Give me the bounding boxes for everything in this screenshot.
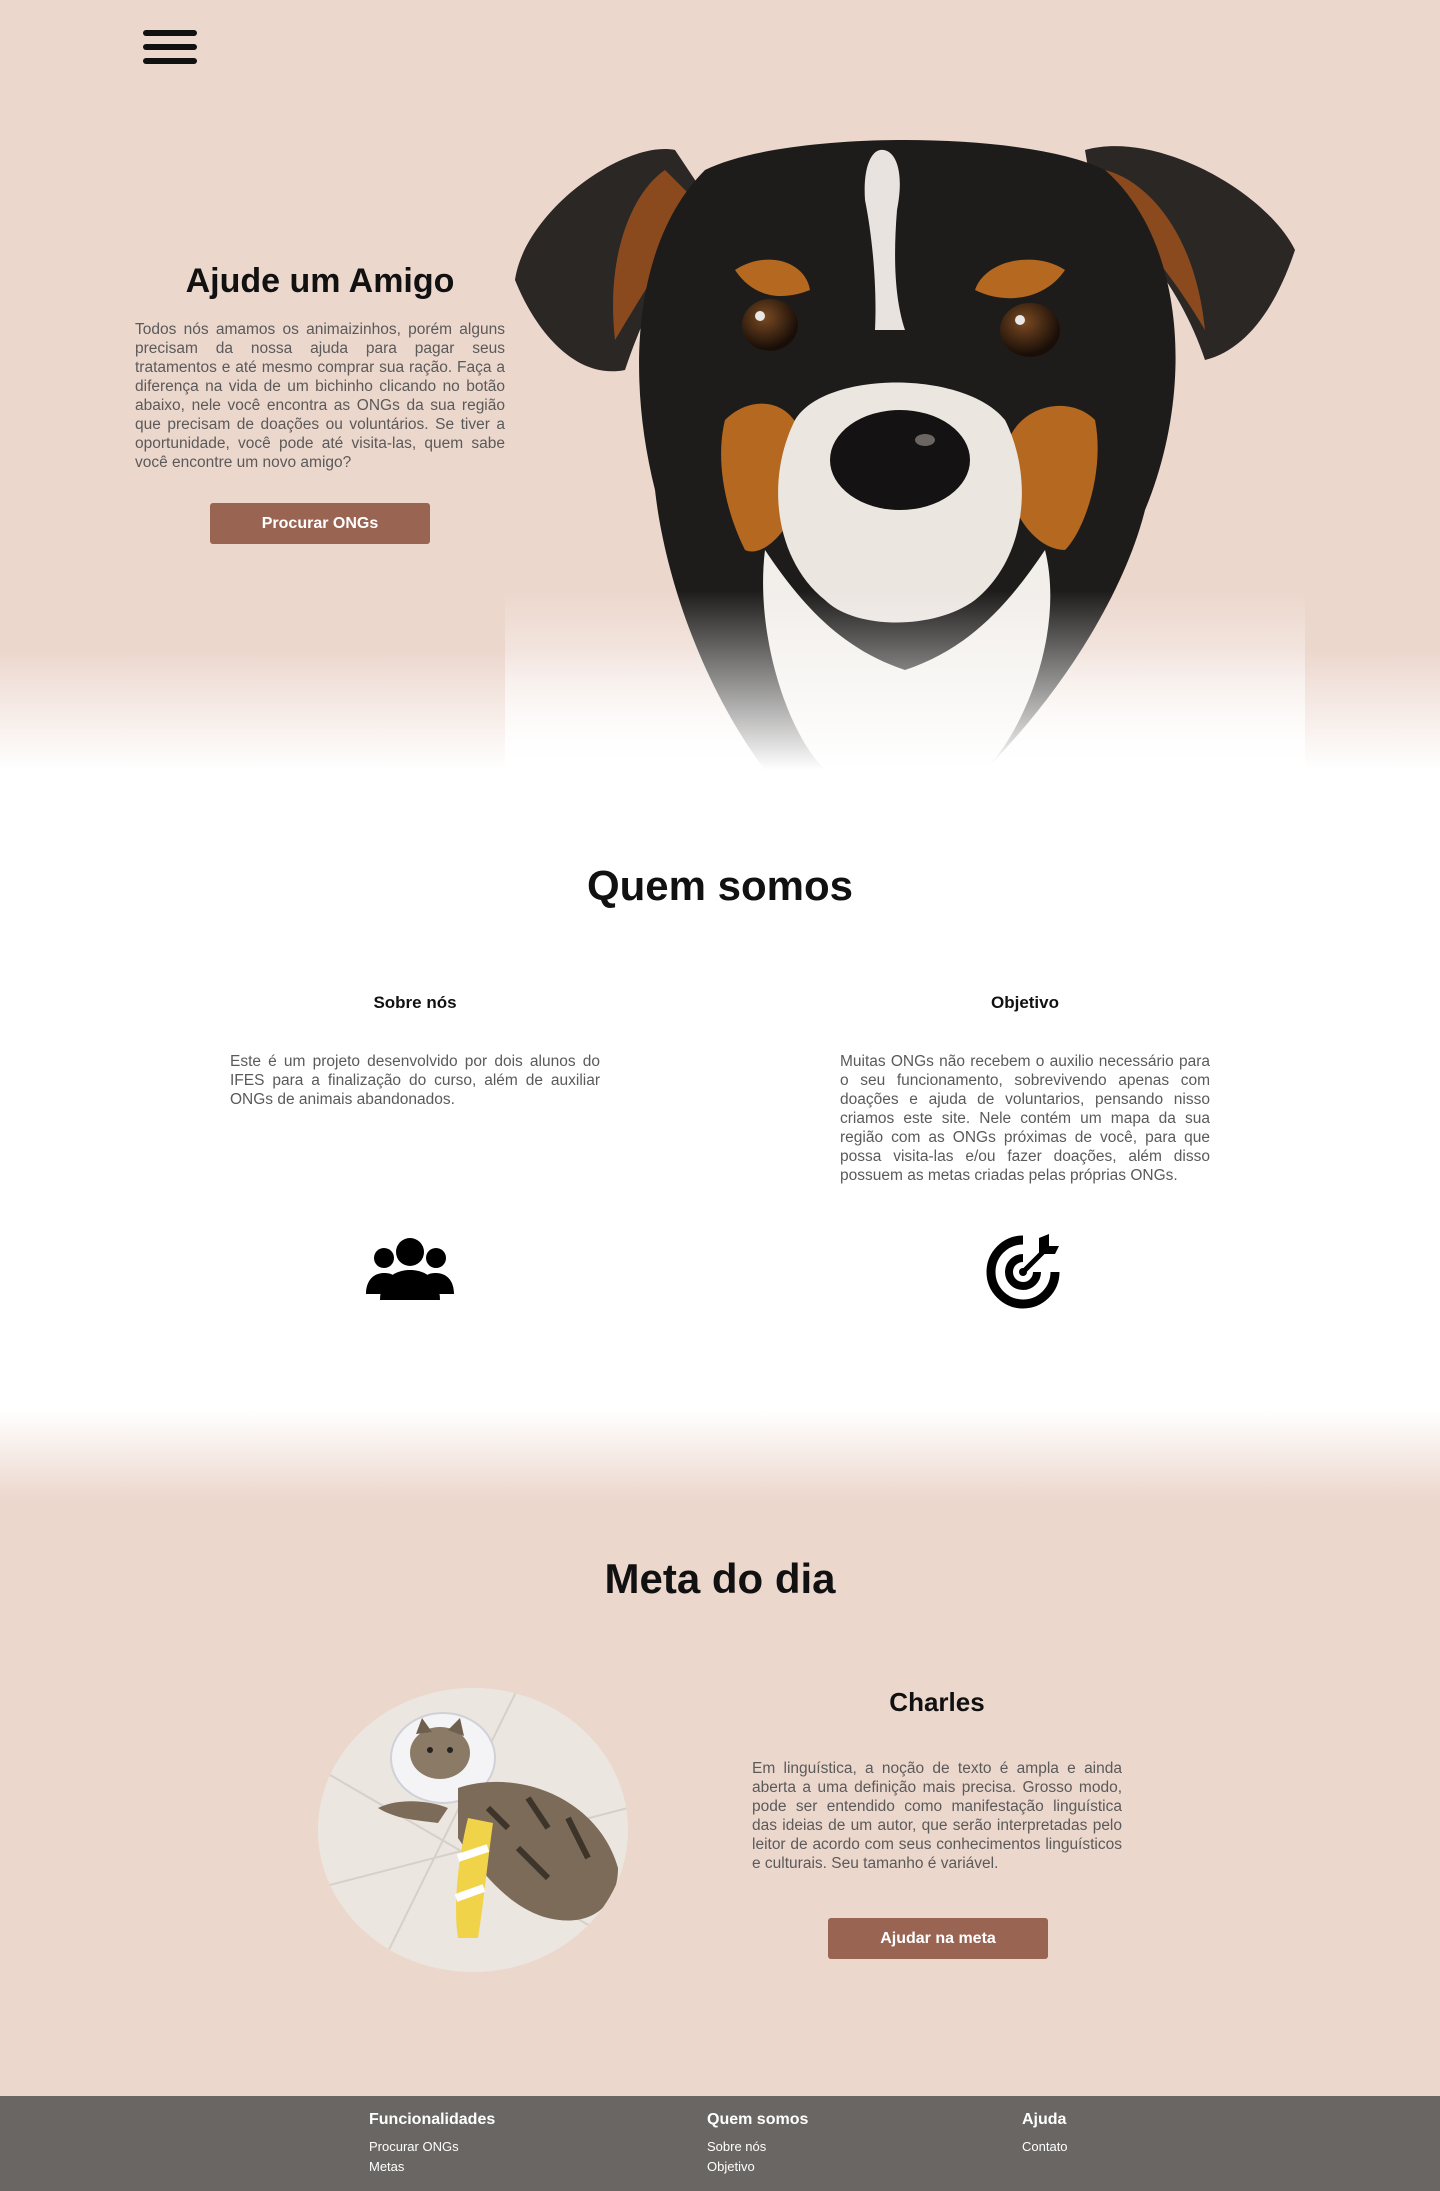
users-icon [366, 1238, 454, 1300]
footer-link-sobre-nos[interactable]: Sobre nós [707, 2137, 808, 2157]
footer-link-metas[interactable]: Metas [369, 2157, 495, 2177]
dog-image [505, 130, 1305, 770]
hero-section: Ajude um Amigo Todos nós amamos os anima… [0, 0, 1440, 770]
cat-photo [318, 1688, 628, 1972]
goal-animal-name: Charles [889, 1687, 985, 1717]
goal-description: Em linguística, a noção de texto é ampla… [752, 1760, 1122, 1872]
objective-text: Muitas ONGs não recebem o auxilio necess… [840, 1053, 1210, 1184]
footer-column-help: Ajuda Contato [1022, 2111, 1068, 2157]
footer-column-features: Funcionalidades Procurar ONGs Metas [369, 2111, 495, 2177]
goal-section [0, 1410, 1440, 2096]
target-icon [986, 1234, 1060, 1309]
footer: Funcionalidades Procurar ONGs Metas Quem… [0, 2096, 1440, 2191]
footer-link-contato[interactable]: Contato [1022, 2137, 1068, 2157]
hero-title: Ajude um Amigo [185, 262, 455, 300]
about-us-text: Este é um projeto desenvolvido por dois … [230, 1053, 600, 1108]
about-section-title: Quem somos [586, 862, 854, 909]
objective-title: Objetivo [990, 993, 1059, 1012]
goal-section-title: Meta do dia [604, 1555, 836, 1602]
footer-link-objetivo[interactable]: Objetivo [707, 2157, 808, 2177]
about-us-title: Sobre nós [373, 993, 457, 1012]
hamburger-menu-icon[interactable] [143, 30, 197, 68]
search-ngos-button[interactable]: Procurar ONGs [210, 503, 430, 544]
footer-column-about: Quem somos Sobre nós Objetivo [707, 2111, 808, 2177]
footer-heading: Quem somos [707, 2111, 809, 2128]
hero-description: Todos nós amamos os animaizinhos, porém … [135, 321, 505, 471]
footer-heading: Funcionalidades [369, 2111, 496, 2128]
help-goal-button[interactable]: Ajudar na meta [828, 1918, 1048, 1959]
footer-heading: Ajuda [1022, 2111, 1067, 2128]
footer-link-procurar-ongs[interactable]: Procurar ONGs [369, 2137, 495, 2157]
